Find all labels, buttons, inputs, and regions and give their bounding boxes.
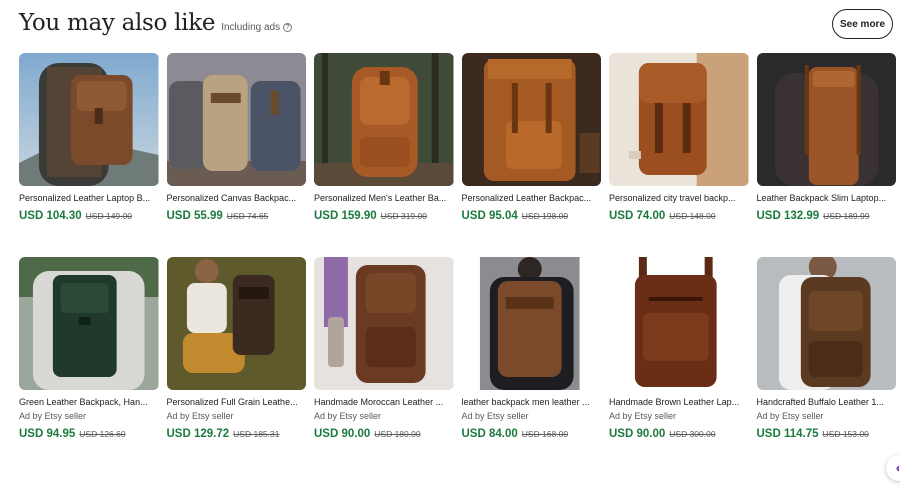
ad-label: Ad by Etsy seller [461, 411, 529, 421]
sale-price: USD 159.90 [314, 210, 377, 222]
sale-price: USD 90.00 [314, 428, 371, 440]
sale-price: USD 95.04 [461, 210, 518, 222]
listing-title[interactable]: Personalized Leather Laptop B... [19, 192, 159, 204]
listing-card[interactable]: Leather Backpack Slim Laptop... USD 132.… [756, 53, 897, 222]
listing-image[interactable] [19, 53, 159, 186]
original-price: USD 319.00 [380, 211, 427, 221]
listing-title[interactable]: Handmade Moroccan Leather ... [314, 396, 454, 408]
ad-label: Ad by Etsy seller [756, 411, 824, 421]
listing-image[interactable] [756, 257, 896, 390]
original-price: USD 180.00 [374, 429, 421, 439]
original-price: USD 189.99 [823, 211, 870, 221]
listing-title[interactable]: Personalized Full Grain Leathe... [167, 396, 307, 408]
listing-card[interactable]: Handmade Brown Leather Lap... Ad by Etsy… [609, 257, 749, 440]
ads-disclosure[interactable]: Including ads ? [221, 22, 293, 33]
price-line: USD 94.95 USD 126.60 [19, 428, 159, 440]
chat-icon: ◐ [895, 461, 900, 475]
listing-image[interactable] [756, 53, 896, 186]
listing-card[interactable]: Personalized Leather Backpac... USD 95.0… [461, 53, 602, 222]
section-title: You may also like [19, 10, 216, 36]
listing-image[interactable] [166, 257, 306, 390]
see-more-button[interactable]: See more [832, 9, 893, 39]
sale-price: USD 104.30 [19, 210, 82, 222]
ad-label: Ad by Etsy seller [19, 411, 87, 421]
sale-price: USD 74.00 [609, 210, 666, 222]
listing-card[interactable]: leather backpack men leather ... Ad by E… [461, 257, 602, 440]
section-header: You may also like Including ads ? [19, 10, 293, 36]
price-line: USD 159.90 USD 319.00 [314, 210, 454, 222]
sale-price: USD 129.72 [166, 428, 230, 440]
ad-label: Ad by Etsy seller [609, 411, 677, 421]
price-line: USD 129.72 USD 185.31 [167, 428, 307, 440]
listing-title[interactable]: Personalized Canvas Backpac... [167, 192, 307, 204]
listing-card[interactable]: Personalized Leather Laptop B... USD 104… [19, 53, 159, 222]
listing-title[interactable]: Handcrafted Buffalo Leather 1... [757, 396, 897, 408]
listing-card[interactable]: Personalized Full Grain Leathe... Ad by … [166, 257, 307, 440]
listing-card[interactable]: Personalized city travel backp... USD 74… [609, 53, 749, 222]
original-price: USD 198.00 [521, 211, 569, 221]
listing-image[interactable] [461, 53, 601, 186]
price-line: USD 74.00 USD 148.00 [609, 210, 749, 222]
listing-image[interactable] [19, 257, 159, 390]
original-price: USD 74.65 [226, 211, 269, 221]
listing-image[interactable] [314, 53, 454, 186]
sale-price: USD 94.95 [19, 428, 76, 440]
listing-card[interactable]: Handcrafted Buffalo Leather 1... Ad by E… [756, 257, 897, 440]
listing-title[interactable]: leather backpack men leather ... [462, 396, 602, 408]
listing-card[interactable]: Personalized Canvas Backpac... USD 55.99… [166, 53, 307, 222]
sale-price: USD 132.99 [756, 210, 820, 222]
listing-title[interactable]: Personalized Men's Leather Ba... [314, 192, 454, 204]
listing-title[interactable]: Handmade Brown Leather Lap... [609, 396, 749, 408]
original-price: USD 148.00 [669, 211, 716, 221]
original-price: USD 168.00 [521, 429, 569, 439]
listing-row: Green Leather Backpack, Han... Ad by Ets… [19, 257, 899, 440]
listing-image[interactable] [609, 257, 749, 390]
price-line: USD 90.00 USD 180.00 [314, 428, 454, 440]
sale-price: USD 55.99 [166, 210, 223, 222]
listing-title[interactable]: Leather Backpack Slim Laptop... [757, 192, 897, 204]
listing-image[interactable] [461, 257, 601, 390]
original-price: USD 153.00 [822, 429, 869, 439]
listing-card[interactable]: Green Leather Backpack, Han... Ad by Ets… [19, 257, 159, 440]
original-price: USD 149.00 [85, 211, 132, 221]
price-line: USD 132.99 USD 189.99 [757, 210, 897, 222]
question-circle-icon[interactable]: ? [283, 23, 293, 32]
listing-image[interactable] [166, 53, 306, 186]
listing-title[interactable]: Personalized city travel backp... [609, 192, 749, 204]
price-line: USD 90.00 USD 300.00 [609, 428, 749, 440]
listing-image[interactable] [609, 53, 749, 186]
listing-card[interactable]: Personalized Men's Leather Ba... USD 159… [314, 53, 454, 222]
listing-title[interactable]: Green Leather Backpack, Han... [19, 396, 159, 408]
listing-grid: Personalized Leather Laptop B... USD 104… [19, 53, 899, 440]
sale-price: USD 114.75 [756, 428, 819, 440]
original-price: USD 126.60 [79, 429, 126, 439]
sale-price: USD 84.00 [461, 428, 518, 440]
price-line: USD 95.04 USD 198.00 [462, 210, 602, 222]
listing-card[interactable]: Handmade Moroccan Leather ... Ad by Etsy… [314, 257, 454, 440]
price-line: USD 55.99 USD 74.65 [167, 210, 307, 222]
sale-price: USD 90.00 [609, 428, 666, 440]
price-line: USD 114.75 USD 153.00 [757, 428, 897, 440]
ad-label: Ad by Etsy seller [166, 411, 234, 421]
listing-title[interactable]: Personalized Leather Backpac... [462, 192, 602, 204]
original-price: USD 300.00 [669, 429, 716, 439]
price-line: USD 84.00 USD 168.00 [462, 428, 602, 440]
ad-label: Ad by Etsy seller [314, 411, 382, 421]
listing-row: Personalized Leather Laptop B... USD 104… [19, 53, 899, 222]
original-price: USD 185.31 [233, 429, 280, 439]
ads-disclosure-label: Including ads [221, 22, 281, 33]
floating-chat-button[interactable]: ◐ [886, 455, 900, 481]
listing-image[interactable] [314, 257, 454, 390]
price-line: USD 104.30 USD 149.00 [19, 210, 159, 222]
